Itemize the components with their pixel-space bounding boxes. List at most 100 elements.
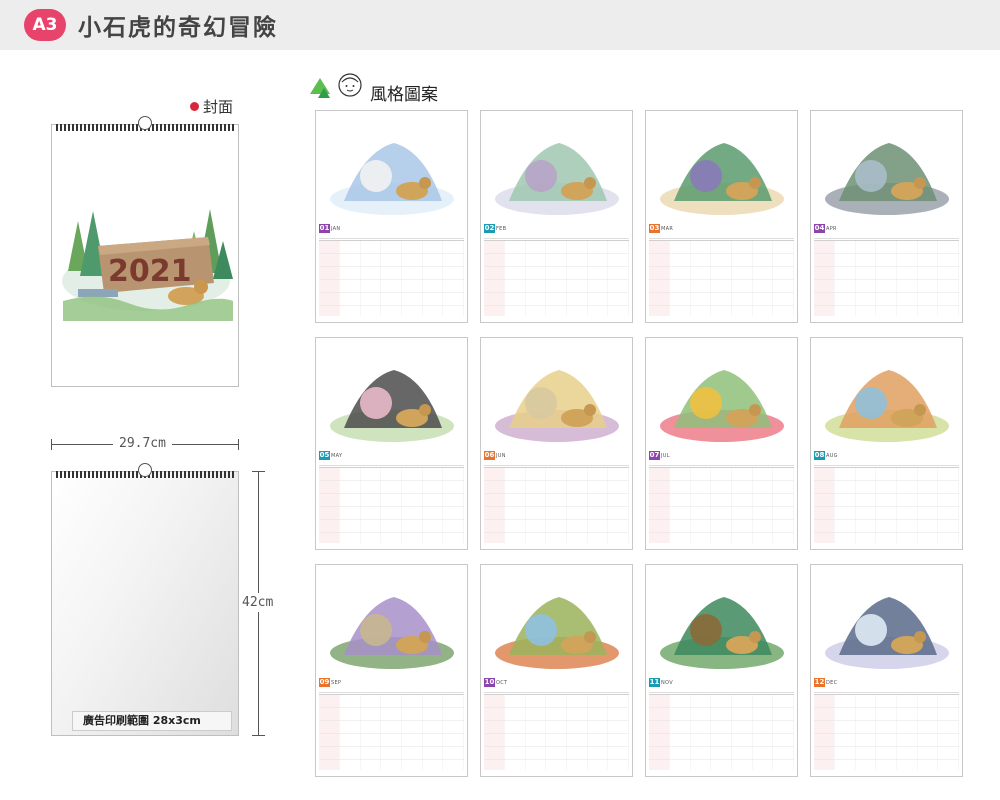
month-illustration [495, 370, 619, 442]
month-tag: 05 MAY [319, 451, 342, 460]
month-name: MAY [331, 452, 343, 459]
month-page: 07 JUL [645, 337, 798, 550]
calendar-grid [814, 461, 959, 543]
hanger-hook-icon [138, 116, 152, 130]
width-label: 29.7cm [113, 436, 172, 451]
month-page: 05 MAY [315, 337, 468, 550]
calendar-grid [814, 688, 959, 770]
month-page: 06 JUN [480, 337, 633, 550]
month-number: 04 [814, 224, 825, 233]
month-page: 03 MAR [645, 110, 798, 323]
weekday-header [319, 688, 464, 693]
weekday-header [649, 461, 794, 466]
hanger-hook-icon [138, 463, 152, 477]
month-number: 06 [484, 451, 495, 460]
date-cells [649, 467, 794, 543]
date-cells [649, 240, 794, 316]
monthly-pages-grid: 01 JAN 02 FEB 03 MAR 04 APR 05 MAY 06 JUN 07 JUL 08 AUG… [315, 110, 963, 777]
date-cells [814, 694, 959, 770]
month-tag: 04 APR [814, 224, 837, 233]
date-cells [484, 467, 629, 543]
calendar-grid [649, 461, 794, 543]
weekday-header [484, 461, 629, 466]
month-illustration [660, 597, 784, 669]
weekday-header [814, 688, 959, 693]
month-tag: 10 OCT [484, 678, 507, 687]
month-tag: 12 DEC [814, 678, 837, 687]
calendar-grid [319, 461, 464, 543]
month-tag: 07 JUL [649, 451, 670, 460]
date-cells [814, 467, 959, 543]
cover-illustration: 2021 [62, 209, 233, 321]
date-cells [649, 694, 794, 770]
weekday-header [319, 234, 464, 239]
ad-print-area: 廣告印刷範圍 28x3cm [72, 711, 232, 731]
month-illustration [825, 597, 949, 669]
date-cells [484, 240, 629, 316]
blank-calendar-mockup: 廣告印刷範圍 28x3cm [51, 463, 239, 736]
month-illustration [495, 143, 619, 215]
weekday-header [649, 234, 794, 239]
month-number: 05 [319, 451, 330, 460]
month-page: 12 DEC [810, 564, 963, 777]
weekday-header [649, 688, 794, 693]
month-number: 07 [649, 451, 660, 460]
month-name: JUN [496, 452, 506, 459]
cover-label-text: 封面 [203, 98, 234, 116]
month-illustration [825, 370, 949, 442]
month-tag: 02 FEB [484, 224, 506, 233]
weekday-header [319, 461, 464, 466]
calendar-grid [484, 461, 629, 543]
date-cells [814, 240, 959, 316]
cover-mockup: 2021 [51, 116, 239, 387]
month-name: JAN [331, 225, 341, 232]
month-illustration [495, 597, 619, 669]
header-bar: A3 小石虎的奇幻冒險 [0, 0, 1000, 50]
height-dimension: 42cm [242, 471, 274, 736]
month-number: 10 [484, 678, 495, 687]
month-number: 02 [484, 224, 495, 233]
month-name: FEB [496, 225, 507, 232]
month-page: 10 OCT [480, 564, 633, 777]
month-illustration [825, 143, 949, 215]
month-illustration [330, 370, 454, 442]
month-number: 08 [814, 451, 825, 460]
style-logo-icon [310, 73, 362, 98]
month-page: 11 NOV [645, 564, 798, 777]
month-page: 04 APR [810, 110, 963, 323]
month-illustration [660, 143, 784, 215]
calendar-grid [319, 234, 464, 316]
weekday-header [814, 461, 959, 466]
month-illustration [330, 143, 454, 215]
month-tag: 03 MAR [649, 224, 673, 233]
month-illustration [660, 370, 784, 442]
month-tag: 08 AUG [814, 451, 838, 460]
month-name: OCT [496, 679, 508, 686]
month-name: DEC [826, 679, 838, 686]
month-page: 08 AUG [810, 337, 963, 550]
month-number: 12 [814, 678, 825, 687]
width-dimension: 29.7cm [51, 436, 239, 452]
calendar-grid [484, 688, 629, 770]
month-name: APR [826, 225, 837, 232]
month-page: 02 FEB [480, 110, 633, 323]
month-name: MAR [661, 225, 674, 232]
size-badge: A3 [24, 9, 66, 41]
date-cells [484, 694, 629, 770]
red-dot-icon [190, 102, 199, 111]
cover-label: 封面 [190, 96, 233, 117]
weekday-header [484, 688, 629, 693]
month-name: AUG [826, 452, 838, 459]
month-number: 11 [649, 678, 660, 687]
month-name: NOV [661, 679, 673, 686]
calendar-grid [814, 234, 959, 316]
month-page: 01 JAN [315, 110, 468, 323]
month-page: 09 SEP [315, 564, 468, 777]
month-tag: 09 SEP [319, 678, 341, 687]
date-cells [319, 240, 464, 316]
month-illustration [330, 597, 454, 669]
calendar-grid [484, 234, 629, 316]
date-cells [319, 467, 464, 543]
style-section-text: 風格圖案 [370, 85, 438, 105]
date-cells [319, 694, 464, 770]
